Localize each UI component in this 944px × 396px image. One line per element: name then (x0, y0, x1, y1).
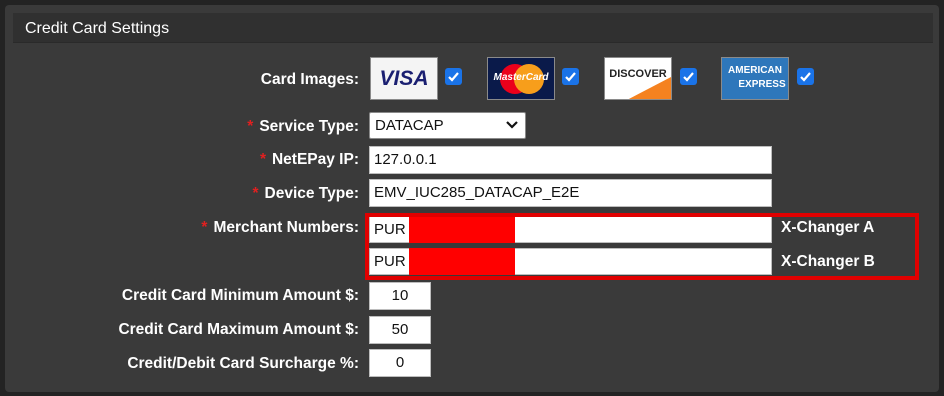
amex-checkbox[interactable] (797, 68, 814, 85)
merchant-numbers-label-text: Merchant Numbers: (213, 219, 359, 236)
merchant-numbers-label: * Merchant Numbers: (201, 219, 359, 237)
service-type-label-text: Service Type: (259, 118, 359, 135)
device-type-label-text: Device Type: (264, 185, 359, 202)
amex-logo-text-line1: AMERICAN (728, 65, 782, 76)
surcharge-label: Credit/Debit Card Surcharge %: (127, 355, 359, 372)
visa-card-image: VISA (370, 57, 438, 100)
merchant-numbers-highlight (365, 213, 919, 280)
visa-checkbox[interactable] (445, 68, 462, 85)
device-type-input[interactable]: EMV_IUC285_DATACAP_E2E (369, 179, 772, 207)
section-header: Credit Card Settings (13, 13, 933, 43)
required-marker: * (252, 185, 259, 202)
max-amount-input[interactable]: 50 (369, 316, 431, 344)
visa-logo-text: VISA (379, 67, 429, 90)
min-amount-label: Credit Card Minimum Amount $: (121, 287, 359, 304)
chevron-down-icon (506, 121, 518, 129)
section-title: Credit Card Settings (25, 20, 170, 37)
service-type-select[interactable]: DATACAP (369, 112, 526, 139)
surcharge-input[interactable]: 0 (369, 349, 431, 377)
mastercard-logo-text: MasterCard (493, 72, 549, 83)
discover-card-image: DISCOVER (604, 57, 672, 100)
card-images-label: Card Images: (260, 71, 359, 88)
required-marker: * (259, 151, 266, 168)
amex-card-image: AMERICAN EXPRESS (721, 57, 789, 100)
netepay-ip-label-text: NetEPay IP: (271, 151, 359, 168)
service-type-value: DATACAP (375, 117, 444, 134)
max-amount-label: Credit Card Maximum Amount $: (118, 321, 359, 338)
mastercard-checkbox[interactable] (562, 68, 579, 85)
discover-logo-text: DISCOVER (609, 68, 667, 80)
min-amount-input[interactable]: 10 (369, 282, 431, 310)
device-type-label: * Device Type: (252, 185, 359, 203)
mastercard-card-image: MasterCard (487, 57, 555, 100)
required-marker: * (201, 219, 208, 236)
netepay-ip-input[interactable]: 127.0.0.1 (369, 146, 772, 174)
required-marker: * (247, 118, 254, 135)
amex-logo-text-line2: EXPRESS (738, 79, 786, 90)
discover-checkbox[interactable] (680, 68, 697, 85)
service-type-label: * Service Type: (247, 118, 359, 136)
netepay-ip-label: * NetEPay IP: (260, 151, 359, 169)
